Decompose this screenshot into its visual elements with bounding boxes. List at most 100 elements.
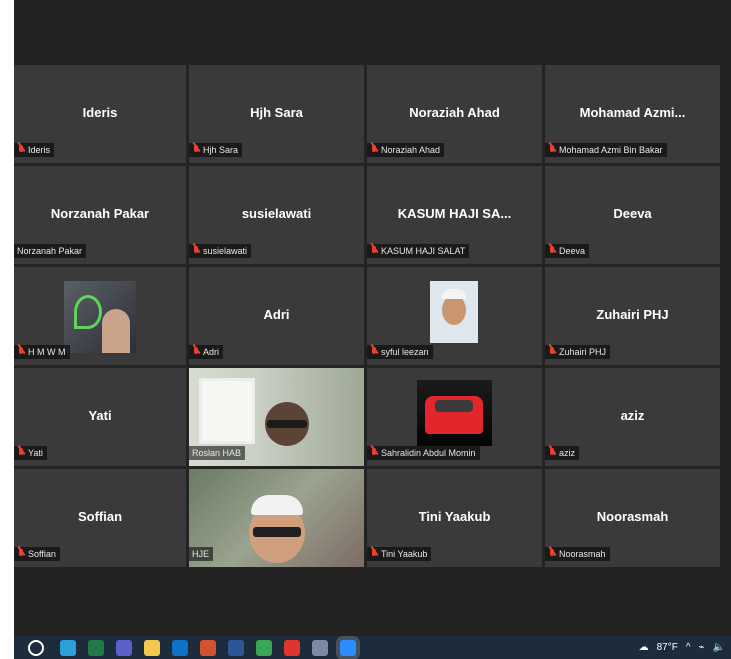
mic-muted-icon — [370, 246, 378, 256]
mic-muted-icon — [17, 145, 25, 155]
participant-display-name: Mohamad Azmi... — [579, 105, 686, 120]
participant-name-label: Hjh Sara — [203, 145, 239, 155]
mic-muted-icon — [370, 448, 378, 458]
system-tray: ☁ 87°F ^ ⌁ 🔈 — [631, 642, 731, 653]
participant-tile[interactable]: Soffian Soffian — [14, 469, 186, 567]
excel-icon[interactable] — [88, 639, 104, 656]
participant-name-tag: Noraziah Ahad — [367, 143, 445, 157]
participant-grid: Ideris Ideris Hjh Sara Hjh Sara Noraziah Aha… — [14, 65, 720, 567]
participant-tile[interactable]: Ideris Ideris — [14, 65, 186, 163]
participant-tile[interactable]: Hjh Sara Hjh Sara — [189, 65, 364, 163]
mic-muted-icon — [548, 347, 556, 357]
edge-icon[interactable] — [60, 639, 76, 656]
taskbar-apps — [54, 639, 362, 656]
participant-display-name: Deeva — [613, 206, 652, 221]
mic-muted-icon — [17, 448, 25, 458]
participant-name-tag: aziz — [545, 446, 580, 460]
participant-tile[interactable]: Deeva Deeva — [545, 166, 720, 264]
participant-name-label: Ideris — [28, 145, 51, 155]
file-explorer-icon[interactable] — [144, 639, 160, 656]
participant-name-tag: HJE — [189, 547, 214, 561]
participant-tile[interactable]: Tini Yaakub Tini Yaakub — [367, 469, 542, 567]
participant-tile[interactable]: HJE — [189, 469, 364, 567]
participant-name-tag: Zuhairi PHJ — [545, 345, 611, 359]
participant-tile[interactable]: Adri Adri — [189, 267, 364, 365]
mic-muted-icon — [370, 145, 378, 155]
chevron-up-icon[interactable]: ^ — [686, 642, 691, 653]
participant-tile[interactable]: aziz aziz — [545, 368, 720, 466]
outlook-icon[interactable] — [172, 639, 188, 656]
windows-taskbar: ☁ 87°F ^ ⌁ 🔈 — [14, 636, 731, 659]
mic-muted-icon — [17, 347, 25, 357]
participant-name-label: Deeva — [559, 246, 586, 256]
word-icon[interactable] — [228, 639, 244, 656]
participant-display-name: Tini Yaakub — [418, 509, 491, 524]
participant-tile[interactable]: Noraziah Ahad Noraziah Ahad — [367, 65, 542, 163]
profile-picture — [417, 380, 492, 446]
participant-name-tag: Hjh Sara — [189, 143, 243, 157]
participant-name-tag: Soffian — [14, 547, 60, 561]
participant-display-name: Ideris — [82, 105, 118, 120]
participant-display-name: Noraziah Ahad — [409, 105, 500, 120]
participant-tile[interactable]: susielawati susielawati — [189, 166, 364, 264]
participant-name-label: Roslan HAB — [192, 448, 242, 458]
participant-display-name: aziz — [620, 408, 645, 423]
participant-name-label: H M W M — [28, 347, 66, 357]
participant-name-tag: H M W M — [14, 345, 70, 359]
participant-name-label: Noraziah Ahad — [381, 145, 441, 155]
participant-name-tag: Adri — [189, 345, 224, 359]
participant-display-name: susielawati — [241, 206, 312, 221]
profile-picture — [64, 281, 136, 353]
participant-name-label: Tini Yaakub — [381, 549, 428, 559]
participant-display-name: Adri — [263, 307, 290, 322]
participant-tile[interactable]: Roslan HAB — [189, 368, 364, 466]
zoom-icon[interactable] — [340, 639, 356, 656]
weather-temp[interactable]: 87°F — [657, 642, 678, 653]
participant-tile[interactable]: Norzanah Pakar Norzanah Pakar — [14, 166, 186, 264]
participant-display-name: Soffian — [77, 509, 123, 524]
participant-name-tag: KASUM HAJI SALAT — [367, 244, 470, 258]
participant-tile[interactable]: Yati Yati — [14, 368, 186, 466]
participant-display-name: Norzanah Pakar — [50, 206, 150, 221]
participant-name-label: Norzanah Pakar — [17, 246, 83, 256]
participant-name-label: Soffian — [28, 549, 56, 559]
participant-name-label: aziz — [559, 448, 576, 458]
mic-muted-icon — [548, 448, 556, 458]
participant-name-tag: Ideris — [14, 143, 55, 157]
participant-name-tag: Mohamad Azmi Bin Bakar — [545, 143, 667, 157]
participant-tile[interactable]: Noorasmah Noorasmah — [545, 469, 720, 567]
powerpoint-icon[interactable] — [200, 639, 216, 656]
participant-name-tag: Norzanah Pakar — [14, 244, 87, 258]
participant-name-label: Noorasmah — [559, 549, 606, 559]
participant-name-label: Mohamad Azmi Bin Bakar — [559, 145, 663, 155]
network-icon[interactable]: ⌁ — [699, 642, 705, 653]
mic-muted-icon — [192, 145, 200, 155]
weather-icon[interactable]: ☁ — [639, 642, 649, 653]
participant-display-name: Yati — [88, 408, 112, 423]
participant-name-label: Adri — [203, 347, 220, 357]
participant-display-name: Hjh Sara — [250, 105, 303, 120]
participant-name-label: KASUM HAJI SALAT — [381, 246, 466, 256]
participant-tile[interactable]: syful leezan — [367, 267, 542, 365]
participant-tile[interactable]: Sahralidin Abdul Momin — [367, 368, 542, 466]
search-icon[interactable] — [28, 639, 44, 656]
participant-display-name: Noorasmah — [596, 509, 669, 524]
photos-icon[interactable] — [312, 639, 328, 656]
participant-name-tag: Tini Yaakub — [367, 547, 432, 561]
participant-name-tag: susielawati — [189, 244, 252, 258]
participant-name-tag: Deeva — [545, 244, 590, 258]
mic-muted-icon — [192, 246, 200, 256]
participant-tile[interactable]: KASUM HAJI SA... KASUM HAJI SALAT — [367, 166, 542, 264]
video-feed — [189, 469, 364, 567]
mic-muted-icon — [370, 549, 378, 559]
opera-icon[interactable] — [284, 639, 300, 656]
participant-tile[interactable]: H M W M — [14, 267, 186, 365]
participant-name-tag: Roslan HAB — [189, 446, 246, 460]
participant-tile[interactable]: Mohamad Azmi... Mohamad Azmi Bin Bakar — [545, 65, 720, 163]
participant-name-label: syful leezan — [381, 347, 429, 357]
chrome-icon[interactable] — [256, 639, 272, 656]
participant-tile[interactable]: Zuhairi PHJ Zuhairi PHJ — [545, 267, 720, 365]
volume-icon[interactable]: 🔈 — [713, 642, 725, 653]
participant-display-name: KASUM HAJI SA... — [397, 206, 512, 221]
teams-icon[interactable] — [116, 639, 132, 656]
